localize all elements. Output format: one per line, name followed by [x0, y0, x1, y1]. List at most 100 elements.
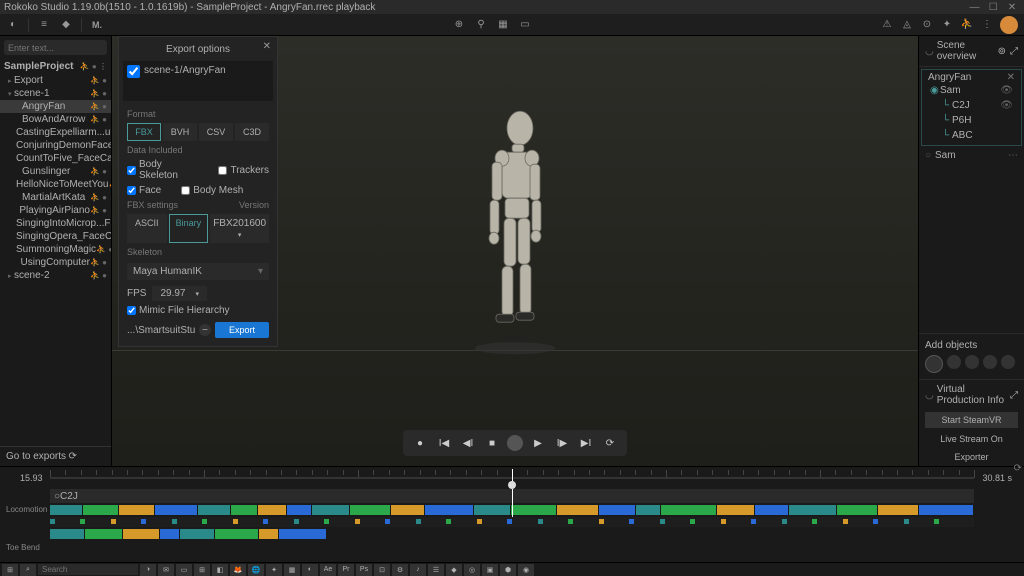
search-input[interactable]: ⌕: [4, 40, 107, 55]
expand-icon[interactable]: ⤢: [1010, 46, 1018, 57]
fbx-binary-button[interactable]: Binary: [169, 214, 209, 243]
remove-path-button[interactable]: −: [199, 324, 211, 336]
taskbar-app-icon[interactable]: ⊞: [194, 564, 210, 576]
tree-item[interactable]: SingingIntoMicrop...Face⛹ ●: [0, 217, 111, 230]
tree-item[interactable]: PlayingAirPiano⛹ ●: [0, 204, 111, 217]
start-steamvr-button[interactable]: Start SteamVR: [925, 412, 1018, 428]
star-icon[interactable]: ✦: [940, 18, 954, 32]
play-button[interactable]: ▶: [529, 434, 547, 452]
taskbar-app-icon[interactable]: 🦊: [230, 564, 246, 576]
tree-item[interactable]: HelloNiceToMeetYou⛹ ●: [0, 178, 111, 191]
close-icon[interactable]: ✕: [1004, 2, 1020, 13]
add-prop-button[interactable]: [947, 355, 961, 369]
tree-item[interactable]: CountToFive_FaceCap⛹ ●: [0, 152, 111, 165]
timeline[interactable]: 15.93 30.81 s ⟳ ○ C2J Locomotion Toe Ben…: [0, 466, 1024, 562]
taskbar-app-icon[interactable]: ✉: [158, 564, 174, 576]
go-to-exports[interactable]: Go to exports ⟳: [0, 446, 111, 466]
skip-start-button[interactable]: I◀: [435, 434, 453, 452]
group-close-icon[interactable]: ✕: [1007, 72, 1015, 83]
playhead-knob[interactable]: [508, 481, 516, 489]
tree-item[interactable]: SummoningMagic⛹ ●: [0, 243, 111, 256]
add-light-button[interactable]: [983, 355, 997, 369]
step-back-button[interactable]: ◀I: [459, 434, 477, 452]
taskbar-app-icon[interactable]: ◉: [518, 564, 534, 576]
mimic-hierarchy-checkbox[interactable]: Mimic File Hierarchy: [127, 305, 230, 316]
view-pose-icon[interactable]: ⊕: [452, 18, 466, 32]
tree-item[interactable]: ConjuringDemonFaceCap⛹ ●: [0, 139, 111, 152]
taskbar-app-icon[interactable]: ⊡: [374, 564, 390, 576]
export-close-icon[interactable]: ✕: [263, 41, 271, 52]
stop-button[interactable]: ■: [483, 434, 501, 452]
taskbar-app-icon[interactable]: Ae: [320, 564, 336, 576]
taskbar-app-icon[interactable]: ◧: [212, 564, 228, 576]
step-fwd-button[interactable]: I▶: [553, 434, 571, 452]
project-header[interactable]: SampleProject ⛹ ● ⋮: [0, 59, 111, 74]
controller-icon[interactable]: ◬: [900, 18, 914, 32]
taskbar-app-icon[interactable]: Pr: [338, 564, 354, 576]
tree-item[interactable]: Gunslinger⛹ ●: [0, 165, 111, 178]
tool-layers-icon[interactable]: ≡: [37, 18, 51, 32]
view-skeleton-icon[interactable]: ⚲: [474, 18, 488, 32]
fps-select[interactable]: 29.97▾: [152, 286, 207, 301]
add-camera-button[interactable]: [965, 355, 979, 369]
taskbar-app-icon[interactable]: ☰: [428, 564, 444, 576]
tree-item[interactable]: AngryFan⛹ ●: [0, 100, 111, 113]
tree-item[interactable]: UsingComputer⛹ ●: [0, 256, 111, 269]
track-short[interactable]: [50, 529, 327, 539]
vp-expand-icon[interactable]: ⤢: [1010, 390, 1018, 401]
taskbar-app-icon[interactable]: ▦: [284, 564, 300, 576]
export-scene-checkbox[interactable]: [127, 65, 140, 78]
taskbar-app-icon[interactable]: ▣: [482, 564, 498, 576]
taskbar-app-icon[interactable]: ✦: [266, 564, 282, 576]
tree-item[interactable]: ▸Export⛹ ●: [0, 74, 111, 87]
start-button[interactable]: ⊞: [2, 564, 18, 576]
face-checkbox[interactable]: Face: [127, 185, 161, 196]
format-fbx-button[interactable]: FBX: [127, 123, 161, 141]
version-select[interactable]: FBX201600 ▾: [210, 214, 269, 243]
skip-end-button[interactable]: ▶I: [577, 434, 595, 452]
loop-button[interactable]: ⟳: [601, 434, 619, 452]
taskbar-search-input[interactable]: [38, 564, 138, 575]
taskbar-app-icon[interactable]: ◎: [464, 564, 480, 576]
wifi-icon[interactable]: ⋮: [980, 18, 994, 32]
add-actor-button[interactable]: [925, 355, 943, 373]
bodymesh-checkbox[interactable]: Body Mesh: [181, 185, 243, 196]
tree-item[interactable]: BowAndArrow⛹ ●: [0, 113, 111, 126]
skeleton-select[interactable]: Maya HumanIK▾: [127, 263, 269, 280]
taskbar-app-icon[interactable]: ⬢: [500, 564, 516, 576]
taskbar-app-icon[interactable]: ♪: [410, 564, 426, 576]
tree-item[interactable]: ▾scene-1⛹ ●: [0, 87, 111, 100]
minimize-icon[interactable]: —: [966, 2, 982, 13]
tree-item[interactable]: MartialArtKata⛹ ●: [0, 191, 111, 204]
view-camera-icon[interactable]: ▭: [518, 18, 532, 32]
timeline-loop-icon[interactable]: ⟳: [1014, 463, 1022, 474]
format-c3d-button[interactable]: C3D: [235, 123, 269, 141]
format-bvh-button[interactable]: BVH: [163, 123, 197, 141]
tree-item[interactable]: CastingExpelliarm...ucaCap⛹ ●: [0, 126, 111, 139]
maximize-icon[interactable]: ☐: [985, 2, 1001, 13]
taskbar-app-icon[interactable]: ◐: [302, 564, 318, 576]
scene-item[interactable]: ◉ Sam👁: [924, 83, 1019, 98]
exporter-button[interactable]: Exporter: [919, 448, 1024, 466]
fbx-ascii-button[interactable]: ASCII: [127, 214, 167, 243]
target-icon[interactable]: ⊚: [998, 46, 1006, 57]
taskbar-app-icon[interactable]: ◆: [446, 564, 462, 576]
scene-item-muted[interactable]: ○Sam⋯: [919, 148, 1024, 163]
add-other-button[interactable]: [1001, 355, 1015, 369]
scene-item[interactable]: └ C2J👁: [924, 98, 1019, 113]
trackers-checkbox[interactable]: Trackers: [218, 159, 269, 181]
live-stream-button[interactable]: Live Stream On: [919, 430, 1024, 448]
taskbar-app-icon[interactable]: ▭: [176, 564, 192, 576]
tool-diamond-icon[interactable]: ◆: [59, 18, 73, 32]
taskbar-search-icon[interactable]: ⌕: [20, 564, 36, 576]
tree-item[interactable]: ▸scene-2⛹ ●: [0, 269, 111, 282]
export-button[interactable]: Export: [215, 322, 269, 338]
locomotion-track[interactable]: Locomotion: [50, 505, 974, 515]
taskbar-app-icon[interactable]: Ps: [356, 564, 372, 576]
taskbar-app-icon[interactable]: 🌐: [248, 564, 264, 576]
tool-marketplace-icon[interactable]: M.: [90, 18, 104, 32]
scene-item[interactable]: └ ABC: [924, 128, 1019, 143]
tree-item[interactable]: SingingOpera_FaceCap⛹ ●: [0, 230, 111, 243]
clip-row[interactable]: ○ C2J: [50, 489, 974, 503]
headset-icon[interactable]: ⊙: [920, 18, 934, 32]
